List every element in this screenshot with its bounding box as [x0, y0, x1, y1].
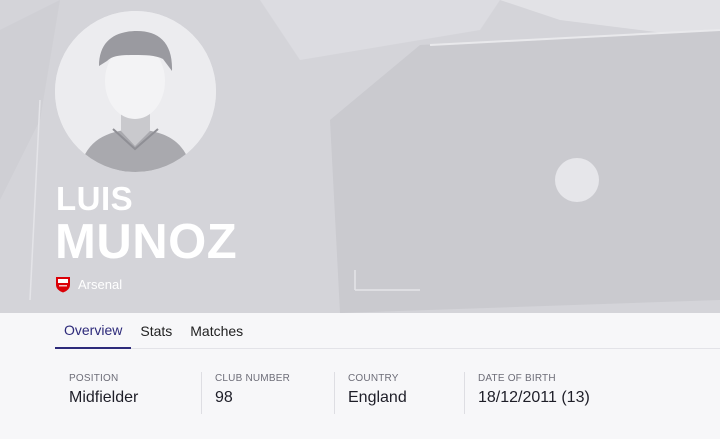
tab-matches[interactable]: Matches	[181, 313, 252, 349]
info-country: COUNTRY England	[334, 372, 464, 414]
info-value: England	[348, 389, 407, 406]
tab-stats[interactable]: Stats	[131, 313, 181, 349]
player-avatar	[55, 11, 216, 172]
player-tabs: Overview Stats Matches	[55, 313, 720, 349]
tab-overview[interactable]: Overview	[55, 313, 132, 349]
player-hero-banner: LUIS MUNOZ Arsenal	[0, 0, 720, 313]
info-label: DATE OF BIRTH	[478, 373, 556, 384]
info-value: Midfielder	[69, 389, 139, 406]
info-position: POSITION Midfielder	[55, 372, 201, 414]
player-first-name: LUIS	[56, 180, 134, 217]
club-name: Arsenal	[78, 277, 123, 292]
info-label: COUNTRY	[348, 373, 399, 384]
player-club[interactable]: Arsenal	[55, 276, 122, 293]
player-silhouette-icon	[55, 11, 216, 172]
player-info-bar: POSITION Midfielder CLUB NUMBER 98 COUNT…	[55, 372, 624, 414]
info-club-number: CLUB NUMBER 98	[201, 372, 334, 414]
club-badge-icon	[56, 277, 70, 293]
player-last-name: MUNOZ	[55, 215, 238, 269]
info-value: 18/12/2011 (13)	[478, 389, 590, 406]
info-label: CLUB NUMBER	[215, 373, 290, 384]
info-value: 98	[215, 389, 233, 406]
info-label: POSITION	[69, 373, 119, 384]
info-date-of-birth: DATE OF BIRTH 18/12/2011 (13)	[464, 372, 624, 414]
